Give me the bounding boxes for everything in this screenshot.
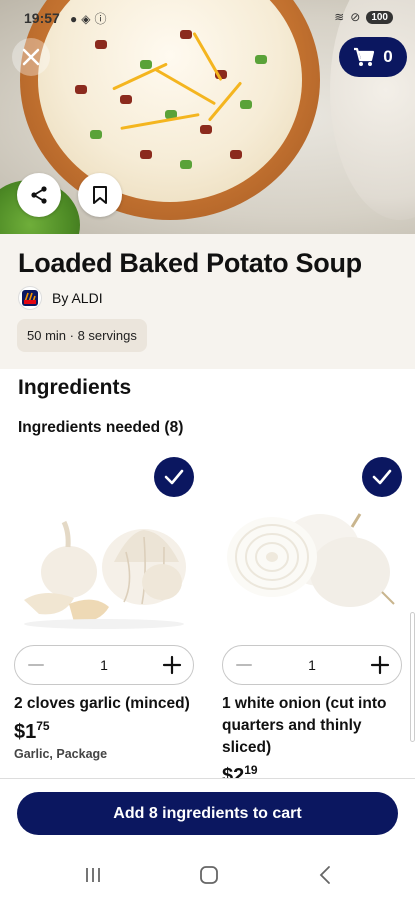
dnd-icon: ⊘ <box>350 10 361 24</box>
ingredient-name: 1 white onion (cut into quarters and thi… <box>222 695 387 756</box>
increase-button[interactable] <box>369 654 391 676</box>
ingredient-package: Garlic, Package <box>14 747 108 761</box>
ingredient-info: 2 cloves garlic (minced) $175 Garlic, Pa… <box>14 693 199 765</box>
topping <box>140 60 152 69</box>
price-cents: 75 <box>36 719 50 733</box>
topping <box>120 95 132 104</box>
recents-icon[interactable] <box>84 866 102 884</box>
author-name: By ALDI <box>52 290 103 306</box>
topping <box>255 55 267 64</box>
plus-icon <box>370 655 390 675</box>
share-button[interactable] <box>17 173 61 217</box>
close-icon <box>22 48 40 66</box>
cart-count: 0 <box>383 47 393 66</box>
bookmark-icon <box>93 186 107 204</box>
recipe-meta-pill: 50 min · 8 servings <box>17 319 147 352</box>
scrollbar[interactable] <box>410 612 415 742</box>
status-right-icons: ≋ ⊘ 100 <box>334 10 393 24</box>
android-nav-bar <box>0 850 415 900</box>
select-toggle[interactable] <box>362 457 402 497</box>
ingredients-heading: Ingredients <box>18 376 132 399</box>
ingredients-needed-label: Ingredients needed (8) <box>18 419 184 436</box>
recipe-header: Loaded Baked Potato Soup By ALDI 50 min … <box>0 234 415 369</box>
recipe-title: Loaded Baked Potato Soup <box>18 248 362 278</box>
topping <box>180 160 192 169</box>
ingredient-name: 2 cloves garlic (minced) <box>14 695 190 712</box>
cart-icon <box>354 47 375 66</box>
bookmark-button[interactable] <box>78 173 122 217</box>
topping <box>140 150 152 159</box>
topping <box>95 40 107 49</box>
cart-button[interactable]: 0 <box>339 37 407 77</box>
recipe-author[interactable]: By ALDI <box>18 286 103 310</box>
topping <box>75 85 87 94</box>
onion-image <box>227 513 395 607</box>
close-button[interactable] <box>12 38 50 76</box>
back-icon[interactable] <box>318 865 332 885</box>
increase-button[interactable] <box>161 654 183 676</box>
quantity-stepper: 1 <box>14 645 194 685</box>
price-dollars: $1 <box>14 721 37 743</box>
check-icon <box>372 469 392 485</box>
topping <box>230 150 242 159</box>
topping <box>200 125 212 134</box>
check-icon <box>164 469 184 485</box>
battery-icon: 100 <box>366 10 393 24</box>
status-time: 19:57 <box>24 10 60 26</box>
ingredient-info: 1 white onion (cut into quarters and thi… <box>222 693 407 787</box>
add-to-cart-button[interactable]: Add 8 ingredients to cart <box>17 792 398 835</box>
topping <box>240 100 252 109</box>
ingredient-price: $175 <box>14 715 199 743</box>
aldi-logo <box>18 286 42 310</box>
status-bar: 19:57 ●◈ⓘ ≋ ⊘ 100 <box>0 0 415 36</box>
plus-icon <box>162 655 182 675</box>
quantity-stepper: 1 <box>222 645 402 685</box>
wifi-icon: ≋ <box>334 10 345 24</box>
share-icon <box>31 186 47 204</box>
topping <box>90 130 102 139</box>
price-cents: 19 <box>244 763 258 777</box>
home-icon[interactable] <box>199 865 219 885</box>
garlic-image <box>24 520 186 629</box>
divider <box>0 778 415 779</box>
select-toggle[interactable] <box>154 457 194 497</box>
status-notification-icons: ●◈ⓘ <box>70 12 111 26</box>
